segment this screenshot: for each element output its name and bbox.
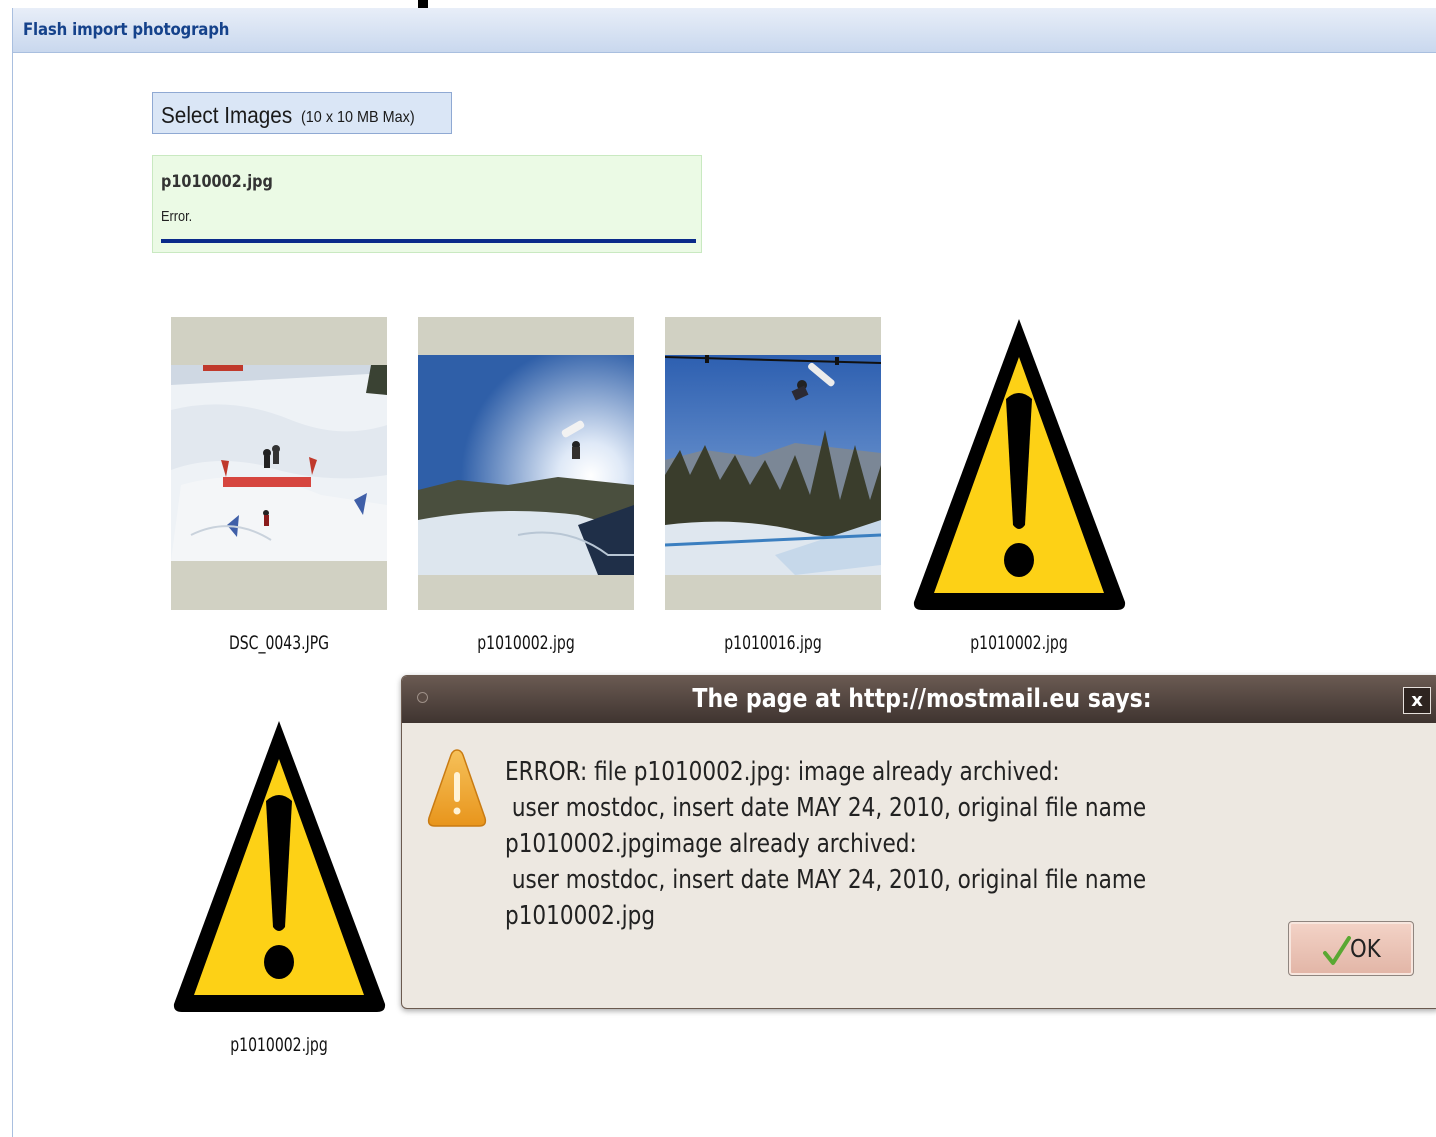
dialog-title: The page at http://mostmail.eu says: — [692, 684, 1152, 714]
upload-progress-panel: p1010002.jpg Error. — [152, 155, 702, 253]
page: Flash import photograph Select Images (1… — [0, 0, 1436, 1137]
thumbnail-photo — [171, 365, 387, 561]
thumbnail-frame — [418, 317, 634, 610]
dialog-message: ERROR: file p1010002.jpg: image already … — [505, 757, 1147, 931]
upload-progress-bar — [161, 239, 696, 243]
ok-button[interactable]: OK — [1288, 921, 1414, 976]
warning-icon — [173, 721, 386, 1012]
thumbnail-label: DSC_0043.JPG — [228, 632, 330, 654]
thumbnail-label: p1010002.jpg — [970, 632, 1068, 654]
thumbnail-frame — [171, 317, 387, 610]
checkmark-icon — [1323, 936, 1351, 965]
thumbnail-photo — [665, 355, 881, 575]
thumbnail-label: p1010016.jpg — [724, 632, 822, 654]
window-menu-icon[interactable] — [417, 692, 428, 703]
close-button[interactable]: x — [1403, 687, 1431, 714]
left-border — [12, 8, 13, 1137]
header-bar: Flash import photograph — [12, 8, 1436, 53]
thumbnail-label: p1010002.jpg — [477, 632, 575, 654]
thumbnail-frame — [665, 317, 881, 610]
upload-progress-fill — [161, 239, 696, 243]
select-images-limit: (10 x 10 MB Max) — [301, 109, 415, 126]
thumbnail-photo — [418, 355, 634, 575]
select-images-label: Select Images — [161, 102, 293, 128]
top-strip — [0, 0, 1436, 8]
warning-icon — [913, 319, 1126, 610]
dialog-titlebar[interactable]: The page at http://mostmail.eu says: x — [402, 676, 1436, 723]
page-title: Flash import photograph — [23, 20, 230, 40]
upload-file-name: p1010002.jpg — [161, 172, 273, 192]
ok-button-label: OK — [1350, 934, 1381, 963]
warning-icon — [427, 749, 487, 827]
alert-dialog: The page at http://mostmail.eu says: x E… — [401, 675, 1436, 1009]
select-images-button[interactable]: Select Images (10 x 10 MB Max) — [152, 92, 452, 134]
thumbnail-label: p1010002.jpg — [230, 1034, 328, 1056]
upload-status: Error. — [161, 208, 193, 225]
